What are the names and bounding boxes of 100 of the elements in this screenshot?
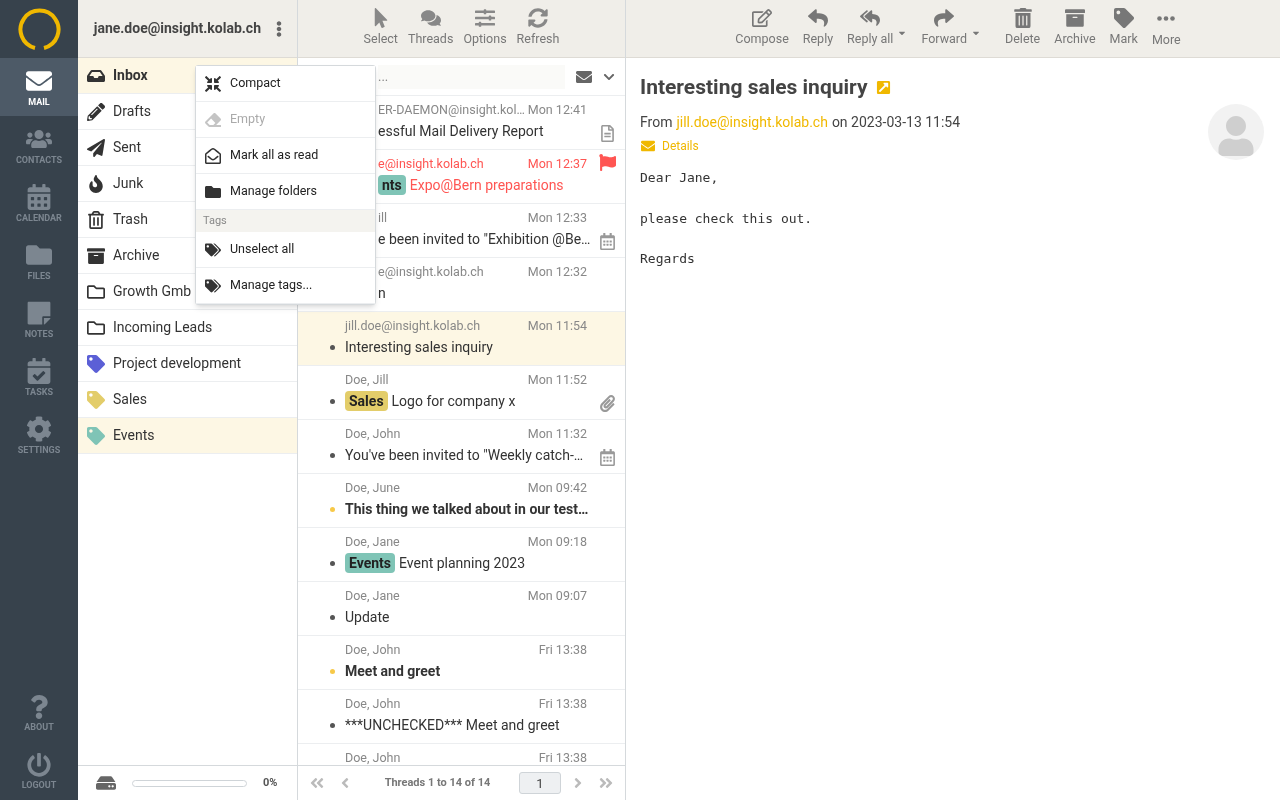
tag-label: nts [378,175,406,195]
folder-item[interactable]: Events [78,418,297,454]
subject: Update [345,607,390,627]
subject: This thing we talked about in our test… [345,499,589,519]
calendar-icon [600,449,615,466]
from-label: From [640,112,673,132]
menu-item[interactable]: Compact [196,66,375,102]
tag-icon [1113,8,1134,29]
sender: Doe, John [345,425,401,441]
tags-icon [205,277,221,294]
paper-plane-icon [87,138,105,157]
double-chevron-right-icon [598,775,614,791]
toolbar-button[interactable]: Mark [1109,8,1138,49]
menu-section-title: Tags [196,210,375,232]
sender: e@insight.kolab.ch [378,155,484,171]
tags-icon [205,241,221,258]
more-icon [1157,15,1176,21]
date: Mon 11:32 [527,425,587,441]
sender: Doe, June [345,479,400,495]
document-icon [600,125,615,142]
calendar-icon [26,183,52,210]
power-icon [27,752,51,777]
flame-icon [87,174,105,193]
toolbar-button[interactable]: Refresh [516,8,560,49]
subject: Interesting sales inquiry [345,337,493,357]
message-row[interactable]: jill.doe@insight.kolab.ch Mon 11:54 Interesting sales inquiry [298,312,625,366]
envelope-icon [575,68,593,85]
body-text: Regards [640,250,696,268]
date: Mon 12:32 [527,263,587,279]
sender: Doe, Jane [345,533,400,549]
calendar-icon [600,233,615,250]
sender: Doe, Jill [345,371,389,387]
archive-box-icon [87,246,105,265]
body-text: please check this out. [640,209,814,228]
folder-icon [87,318,105,337]
date: Mon 09:42 [527,479,587,495]
date: Mon 12:37 [527,155,587,171]
toolbar-button[interactable]: More [1151,7,1181,50]
open-in-new-window-icon[interactable] [875,80,891,96]
menu-item[interactable]: Unselect all [196,232,375,268]
subject: n [378,283,386,303]
compose-icon [752,8,773,29]
search-field[interactable]: ... [378,64,565,89]
date: Mon 12:33 [527,209,587,225]
account-email: jane.doe@insight.kolab.ch [93,19,261,38]
toolbar-button[interactable]: Archive [1054,8,1096,49]
date: Fri 13:38 [538,695,587,711]
sender: Doe, John [345,695,401,711]
date: Fri 13:38 [538,641,587,657]
date: Mon 09:18 [527,533,587,549]
toolbar-button[interactable]: Delete [1005,8,1041,49]
toolbar-button[interactable]: Reply [802,8,834,49]
menu-item[interactable]: Manage folders [196,174,375,210]
compress-icon [205,75,221,92]
toolbar-button[interactable]: Select [363,8,398,49]
speech-bubbles-icon [420,8,441,29]
tag-label: Sales [345,391,388,411]
reply-icon [807,8,828,29]
subject: Expo@Bern preparations [409,175,564,195]
sender: ER-DAEMON@insight.kol… [378,101,525,117]
page-field[interactable]: 1 [519,772,561,794]
paperclip-icon [600,395,615,412]
toolbar-button[interactable]: Reply all [847,8,908,49]
eraser-icon [205,111,221,128]
subject: Event planning 2023 [399,553,525,573]
trash-icon [87,210,105,229]
sender: e@insight.kolab.ch [378,263,484,279]
trash-icon [1012,8,1033,29]
subject: e been invited to "Exhibition @Be… [378,229,591,249]
pager-text: Threads 1 to 14 of 14 [383,774,492,791]
subject: Meet and greet [345,661,441,681]
toolbar-button[interactable]: Options [463,8,507,49]
logo-ring-icon [17,7,61,51]
double-chevron-left-icon [309,775,325,791]
tag-label: Events [345,553,396,573]
subject: ***UNCHECKED*** Meet and greet [345,715,560,735]
folder-icon [87,282,105,301]
sender: ill [378,209,388,225]
note-icon [26,299,52,326]
sliders-icon [475,8,495,29]
subject: You've been invited to "Weekly catch-… [345,445,584,465]
message-subject: Interesting sales inquiry [640,74,868,101]
menu-item[interactable]: Manage tags... [196,268,375,304]
toolbar-button[interactable]: Forward [921,8,981,49]
subject: essful Mail Delivery Report [378,121,544,141]
message-date: on 2023-03-13 11:54 [831,112,961,132]
toolbar-button[interactable]: Threads [407,8,454,49]
sender: Doe, Jane [345,587,400,603]
menu-item[interactable]: Mark all as read [196,138,375,174]
toolbar-button[interactable]: Compose [735,8,789,49]
refresh-icon [528,8,548,29]
open-envelope-icon [205,147,221,164]
nav-item[interactable]: MAIL [0,58,78,116]
folder-icon [205,183,221,200]
pencil-icon [87,102,105,121]
envelope-icon [640,138,656,153]
subject: Logo for company x [391,391,516,411]
quota-percent: 0% [263,774,278,791]
sender: Doe, John [345,641,401,657]
body-text: Dear Jane, [640,169,720,187]
